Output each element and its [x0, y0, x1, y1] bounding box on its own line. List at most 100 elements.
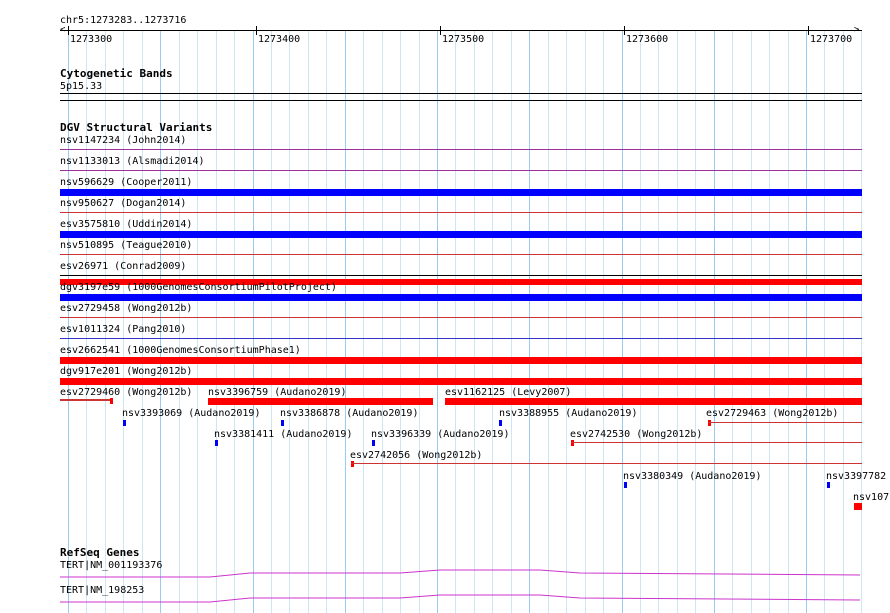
gene-model-2[interactable] — [0, 590, 890, 610]
variant-label[interactable]: esv1011324 (Pang2010) — [60, 324, 186, 335]
grid-line — [253, 30, 254, 613]
variant-mark[interactable] — [499, 420, 502, 426]
grid-line — [566, 30, 567, 613]
variant-label[interactable]: nsv3396759 (Audano2019) — [208, 387, 346, 398]
variant-mark[interactable] — [281, 420, 284, 426]
variant-mark[interactable] — [827, 482, 830, 488]
grid-line — [419, 30, 420, 613]
refseq-track-title[interactable]: RefSeq Genes — [60, 547, 139, 558]
grid-line — [308, 30, 309, 613]
variant-bar[interactable] — [854, 503, 862, 510]
variant-label[interactable]: esv26971 (Conrad2009) — [60, 261, 186, 272]
variant-bar[interactable] — [208, 398, 433, 405]
variant-line[interactable] — [60, 275, 862, 276]
cytoband-label[interactable]: 5p15.33 — [60, 81, 102, 92]
variant-line[interactable] — [60, 399, 112, 401]
grid-line — [105, 30, 106, 613]
variant-bar[interactable] — [60, 357, 862, 364]
variant-mark[interactable] — [123, 420, 126, 426]
variant-mark[interactable] — [215, 440, 218, 446]
genome-browser-view: chr5:1273283..1273716 < > 1273300 1273400… — [0, 0, 890, 613]
variant-mark[interactable] — [571, 440, 574, 446]
variant-bar[interactable] — [60, 189, 862, 196]
variant-label[interactable]: nsv596629 (Cooper2011) — [60, 177, 192, 188]
variant-line[interactable] — [60, 254, 862, 255]
variant-line[interactable] — [60, 338, 862, 339]
variant-label[interactable]: nsv3388955 (Audano2019) — [499, 408, 637, 419]
variant-label[interactable]: esv3575810 (Uddin2014) — [60, 219, 192, 230]
region-label: chr5:1273283..1273716 — [60, 15, 187, 26]
ruler-tick-label: 1273500 — [442, 34, 485, 45]
ruler-tick-label: 1273600 — [626, 34, 669, 45]
variant-label[interactable]: nsv950627 (Dogan2014) — [60, 198, 186, 209]
variant-mark[interactable] — [708, 420, 711, 426]
ruler-tick — [624, 26, 625, 35]
variant-label[interactable]: esv2729463 (Wong2012b) — [706, 408, 838, 419]
variant-label[interactable]: nsv3396339 (Audano2019) — [371, 429, 509, 440]
variant-line[interactable] — [708, 422, 862, 423]
variant-line[interactable] — [351, 463, 862, 464]
grid-line — [788, 30, 789, 613]
grid-line — [437, 30, 438, 613]
grid-line — [843, 30, 844, 613]
variant-label[interactable]: esv2662541 (1000GenomesConsortiumPhase1) — [60, 345, 301, 356]
grid-line — [492, 30, 493, 613]
grid-line — [640, 30, 641, 613]
variant-mark[interactable] — [110, 398, 113, 404]
grid-line — [363, 30, 364, 613]
grid-line — [142, 30, 143, 613]
cytoband-track-title[interactable]: Cytogenetic Bands — [60, 68, 173, 79]
ruler-tick-label: 1273400 — [258, 34, 301, 45]
grid-line — [123, 30, 124, 613]
grid-line — [326, 30, 327, 613]
cytoband-line-top — [60, 93, 862, 94]
variant-mark[interactable] — [624, 482, 627, 488]
variant-line[interactable] — [60, 212, 862, 213]
grid-line — [197, 30, 198, 613]
grid-line — [289, 30, 290, 613]
grid-line — [455, 30, 456, 613]
ruler-tick-label: 1273700 — [810, 34, 853, 45]
grid-line — [769, 30, 770, 613]
grid-line — [824, 30, 825, 613]
variant-line[interactable] — [60, 149, 862, 150]
grid-line — [68, 30, 69, 613]
variant-bar[interactable] — [445, 398, 862, 405]
variant-label[interactable]: dgv917e201 (Wong2012b) — [60, 366, 192, 377]
variant-bar[interactable] — [60, 294, 862, 301]
variant-label[interactable]: esv2729460 (Wong2012b) — [60, 387, 192, 398]
variant-label[interactable]: nsv1147234 (John2014) — [60, 135, 186, 146]
grid-line — [861, 30, 862, 613]
gene-model-1[interactable] — [0, 565, 890, 585]
grid-line — [179, 30, 180, 613]
variant-label[interactable]: esv2742530 (Wong2012b) — [570, 429, 702, 440]
variant-label[interactable]: nsv3381411 (Audano2019) — [214, 429, 352, 440]
variant-label[interactable]: nsv107 — [853, 492, 889, 503]
grid-line — [658, 30, 659, 613]
grid-line — [271, 30, 272, 613]
grid-line — [474, 30, 475, 613]
variant-bar[interactable] — [60, 378, 862, 385]
cytoband-line-bottom — [60, 100, 862, 101]
variant-label[interactable]: esv2742056 (Wong2012b) — [350, 450, 482, 461]
ruler-tick — [68, 26, 69, 35]
variant-label[interactable]: nsv1133013 (Alsmadi2014) — [60, 156, 205, 167]
variant-label[interactable]: esv2729458 (Wong2012b) — [60, 303, 192, 314]
variant-line[interactable] — [60, 317, 862, 318]
variant-label[interactable]: nsv3393069 (Audano2019) — [122, 408, 260, 419]
variant-mark[interactable] — [351, 461, 354, 467]
variant-label[interactable]: esv1162125 (Levy2007) — [445, 387, 571, 398]
variant-label[interactable]: nsv3380349 (Audano2019) — [623, 471, 761, 482]
variant-bar[interactable] — [60, 231, 862, 238]
variant-label[interactable]: nsv3386878 (Audano2019) — [280, 408, 418, 419]
grid-line — [529, 30, 530, 613]
variant-line[interactable] — [571, 442, 862, 443]
variant-line[interactable] — [60, 170, 862, 171]
variant-label[interactable]: nsv3397782 — [826, 471, 886, 482]
variant-mark[interactable] — [372, 440, 375, 446]
dgv-track-title[interactable]: DGV Structural Variants — [60, 122, 212, 133]
grid-line — [585, 30, 586, 613]
variant-label[interactable]: nsv510895 (Teague2010) — [60, 240, 192, 251]
variant-label[interactable]: dgv3197e59 (1000GenomesConsortiumPilotPr… — [60, 282, 337, 293]
ruler-tick — [256, 26, 257, 35]
